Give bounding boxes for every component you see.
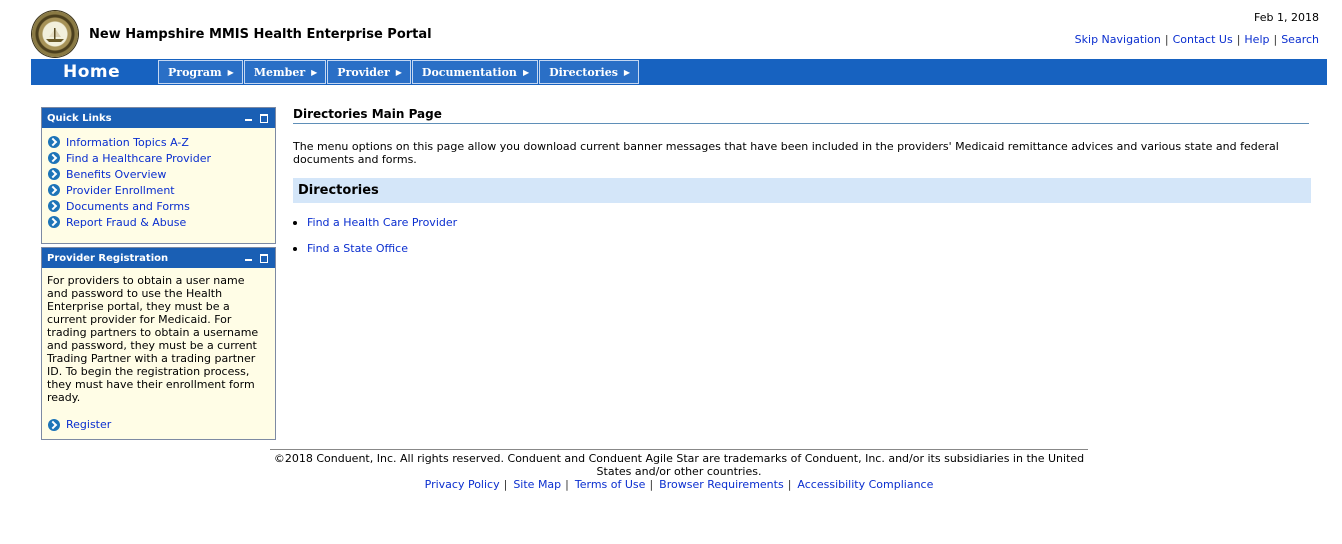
directories-section-header: Directories — [293, 178, 1311, 203]
arrow-bullet-icon — [48, 152, 60, 164]
chevron-right-icon: ▶ — [311, 67, 318, 77]
help-link[interactable]: Help — [1244, 33, 1269, 46]
accessibility-compliance-link[interactable]: Accessibility Compliance — [797, 478, 933, 491]
bullet-icon — [293, 221, 297, 225]
menu-label: Documentation — [421, 65, 517, 79]
home-link[interactable]: Home — [63, 62, 120, 82]
site-title: New Hampshire MMIS Health Enterprise Por… — [89, 27, 432, 42]
quick-link[interactable]: Documents and Forms — [66, 200, 190, 213]
browser-requirements-link[interactable]: Browser Requirements — [659, 478, 784, 491]
arrow-bullet-icon — [48, 184, 60, 196]
main-navigation-bar: Home Program ▶ Member ▶ Provider ▶ Document… — [31, 59, 1327, 85]
directories-list: Find a Health Care Provider Find a State… — [293, 216, 457, 268]
arrow-bullet-icon — [48, 216, 60, 228]
quick-link[interactable]: Provider Enrollment — [66, 184, 175, 197]
chevron-right-icon: ▶ — [522, 67, 530, 77]
list-item: Benefits Overview — [48, 166, 275, 182]
copyright-text: ©2018 Conduent, Inc. All rights reserved… — [273, 452, 1085, 478]
separator: | — [1236, 33, 1241, 46]
intro-text: The menu options on this page allow you … — [293, 140, 1279, 166]
menu-label: Program — [168, 65, 222, 79]
panel-title: Provider Registration — [47, 252, 169, 264]
list-item: Documents and Forms — [48, 198, 275, 214]
quick-links-header: Quick Links — [42, 108, 275, 128]
registration-text: For providers to obtain a user name and … — [47, 274, 259, 404]
menu-member[interactable]: Member ▶ — [243, 60, 327, 84]
separator: | — [565, 478, 569, 491]
menu-label: Provider — [337, 65, 390, 79]
menu-provider[interactable]: Provider ▶ — [327, 60, 411, 84]
separator: | — [1164, 33, 1169, 46]
panel-title: Quick Links — [47, 112, 112, 124]
arrow-bullet-icon — [48, 168, 60, 180]
site-map-link[interactable]: Site Map — [513, 478, 561, 491]
provider-registration-header: Provider Registration — [42, 248, 275, 268]
panel-controls — [245, 112, 268, 123]
bullet-icon — [293, 247, 297, 251]
footer-divider — [270, 449, 1088, 450]
menu-program[interactable]: Program ▶ — [158, 60, 243, 84]
privacy-policy-link[interactable]: Privacy Policy — [425, 478, 500, 491]
arrow-bullet-icon — [48, 136, 60, 148]
find-state-office-link[interactable]: Find a State Office — [307, 242, 408, 255]
maximize-icon[interactable] — [260, 254, 268, 263]
terms-of-use-link[interactable]: Terms of Use — [575, 478, 646, 491]
chevron-right-icon: ▶ — [227, 67, 234, 77]
quick-link[interactable]: Find a Healthcare Provider — [66, 152, 211, 165]
provider-registration-panel: Provider Registration For providers to o… — [41, 247, 276, 440]
state-seal-icon — [32, 11, 78, 57]
chevron-right-icon: ▶ — [623, 67, 631, 77]
menu-label: Directories — [549, 65, 618, 79]
maximize-icon[interactable] — [260, 114, 268, 123]
section-title: Directories — [298, 183, 379, 198]
skip-navigation-link[interactable]: Skip Navigation — [1075, 33, 1161, 46]
list-item: Find a Healthcare Provider — [48, 150, 275, 166]
quick-links-list: Information Topics A-Z Find a Healthcare… — [42, 128, 275, 238]
separator: | — [503, 478, 508, 491]
current-date: Feb 1, 2018 — [1254, 11, 1319, 24]
minimize-icon[interactable] — [245, 119, 252, 121]
separator: | — [787, 478, 792, 491]
list-item: Information Topics A-Z — [48, 134, 275, 150]
list-item: Provider Enrollment — [48, 182, 275, 198]
menu-documentation[interactable]: Documentation ▶ — [411, 60, 539, 84]
find-health-care-provider-link[interactable]: Find a Health Care Provider — [307, 216, 457, 229]
list-item: Find a Health Care Provider — [293, 216, 457, 242]
arrow-bullet-icon — [48, 200, 60, 212]
page-title: Directories Main Page — [293, 107, 442, 121]
separator: | — [1273, 33, 1278, 46]
register-link[interactable]: Register — [66, 418, 111, 431]
list-item: Report Fraud & Abuse — [48, 214, 275, 230]
minimize-icon[interactable] — [245, 259, 252, 261]
register-row: Register — [42, 404, 275, 438]
title-divider — [293, 123, 1309, 124]
panel-controls — [245, 252, 268, 263]
menu-label: Member — [253, 65, 306, 79]
quick-links-panel: Quick Links Information Topics A-Z Find … — [41, 107, 276, 244]
quick-link[interactable]: Benefits Overview — [66, 168, 166, 181]
arrow-bullet-icon — [48, 418, 60, 431]
menu-directories[interactable]: Directories ▶ — [539, 60, 640, 84]
contact-us-link[interactable]: Contact Us — [1173, 33, 1233, 46]
utility-links: Skip Navigation | Contact Us | Help | Search — [1075, 33, 1319, 46]
quick-link[interactable]: Information Topics A-Z — [66, 136, 189, 149]
separator: | — [649, 478, 654, 491]
search-link[interactable]: Search — [1281, 33, 1319, 46]
quick-link[interactable]: Report Fraud & Abuse — [66, 216, 186, 229]
list-item: Find a State Office — [293, 242, 457, 268]
menu-bar: Program ▶ Member ▶ Provider ▶ Documentation… — [158, 60, 640, 84]
chevron-right-icon: ▶ — [395, 67, 402, 77]
footer-links: Privacy Policy | Site Map | Terms of Use | Bro… — [270, 478, 1088, 491]
